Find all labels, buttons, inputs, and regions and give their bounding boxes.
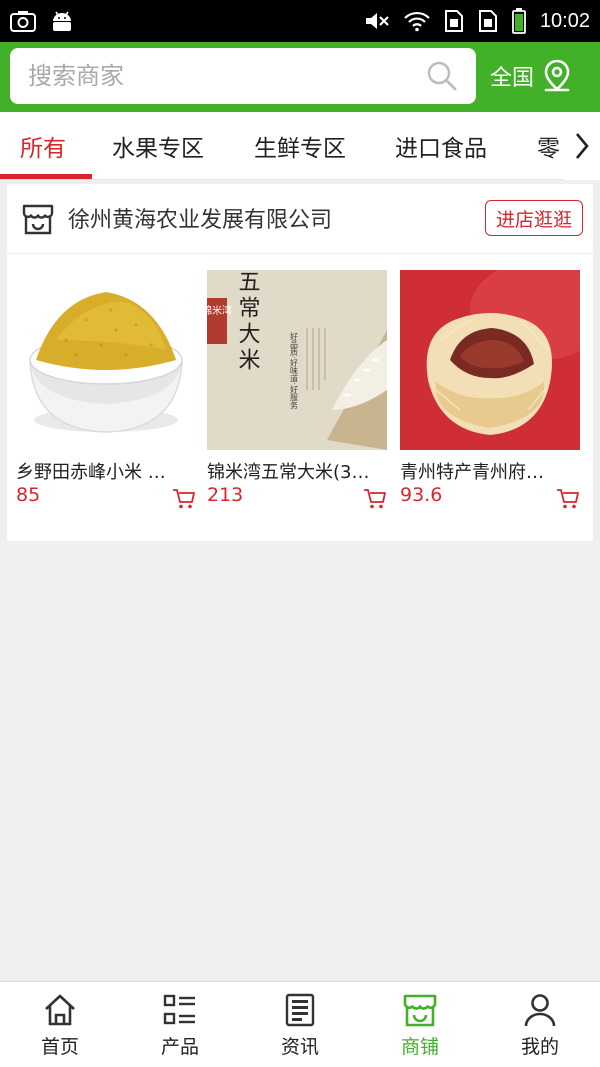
wifi-icon	[404, 11, 430, 32]
tab-snacks[interactable]: 零	[537, 112, 560, 179]
product-name[interactable]: 青州特产青州府…	[400, 458, 580, 484]
shop-name: 徐州黄海农业发展有限公司	[68, 208, 333, 233]
tab-all[interactable]: 所有	[20, 112, 66, 179]
nav-label: 资讯	[280, 1036, 319, 1058]
product-price: 85	[16, 484, 41, 506]
add-to-cart-icon[interactable]	[556, 488, 580, 510]
active-tab-indicator	[0, 174, 92, 179]
category-tabs: 所有 水果专区 生鲜专区 进口食品 零	[0, 112, 600, 180]
product-image-rice[interactable]: 锦米湾 五常大米 好品质·好味道·好服务	[207, 270, 387, 450]
product-price: 93.6	[400, 484, 443, 506]
list-icon	[163, 994, 195, 1025]
sim2-icon	[478, 10, 497, 32]
search-input[interactable]	[28, 62, 426, 90]
nav-label: 商铺	[400, 1036, 439, 1058]
android-icon	[53, 11, 71, 31]
product-name[interactable]: 乡野田赤峰小米 …	[16, 458, 196, 484]
status-bar: 10:02	[0, 0, 600, 42]
add-to-cart-icon[interactable]	[363, 488, 387, 510]
clock: 10:02	[539, 9, 590, 32]
tab-imported[interactable]: 进口食品	[395, 112, 487, 179]
nav-products[interactable]: 产品	[120, 982, 240, 1067]
product-image-pastry[interactable]	[400, 270, 580, 450]
sim1-icon	[444, 10, 463, 32]
storefront-icon	[22, 204, 54, 235]
search-icon[interactable]	[426, 60, 458, 92]
nav-label: 我的	[520, 1036, 559, 1058]
app-header: 全国	[0, 42, 600, 112]
user-icon	[524, 994, 556, 1027]
shop-icon	[403, 994, 437, 1027]
tabs-more-button[interactable]	[564, 112, 600, 180]
product-price: 213	[207, 484, 244, 506]
region-label: 全国	[490, 66, 535, 91]
product-image-millet[interactable]	[16, 270, 196, 450]
news-icon	[285, 993, 315, 1027]
mute-icon	[365, 13, 389, 29]
nav-shops[interactable]: 商铺	[360, 982, 480, 1067]
add-to-cart-icon[interactable]	[172, 488, 196, 510]
product-name[interactable]: 锦米湾五常大米(3…	[207, 458, 387, 484]
screenshot-icon	[10, 11, 36, 32]
nav-me[interactable]: 我的	[480, 982, 600, 1067]
visit-shop-button[interactable]: 进店逛逛	[485, 200, 583, 236]
rice-seal-text: 锦米湾	[207, 304, 232, 317]
rice-slogan: 好品质·好味道·好服务	[290, 331, 299, 410]
shop-card: 徐州黄海农业发展有限公司 进店逛逛 乡野田赤峰小米 … 85 米湾 五常大米 好…	[7, 184, 593, 541]
nav-home[interactable]: 首页	[0, 982, 120, 1067]
nav-label: 首页	[40, 1036, 79, 1058]
home-icon	[45, 994, 75, 1026]
tab-fresh[interactable]: 生鲜专区	[254, 112, 346, 179]
bottom-nav: 首页 产品 资讯 商铺 我的	[0, 981, 600, 1067]
nav-label: 产品	[160, 1036, 199, 1058]
nav-news[interactable]: 资讯	[240, 982, 360, 1067]
chevron-right-icon	[576, 133, 589, 159]
rice-title-1: 五常大米	[235, 270, 261, 374]
shop-header[interactable]: 徐州黄海农业发展有限公司 进店逛逛	[7, 184, 593, 254]
region-selector[interactable]: 全国	[490, 56, 572, 96]
location-pin-icon	[544, 59, 570, 92]
tab-fruit[interactable]: 水果专区	[112, 112, 204, 179]
battery-icon	[512, 8, 526, 34]
search-box[interactable]	[10, 48, 476, 104]
